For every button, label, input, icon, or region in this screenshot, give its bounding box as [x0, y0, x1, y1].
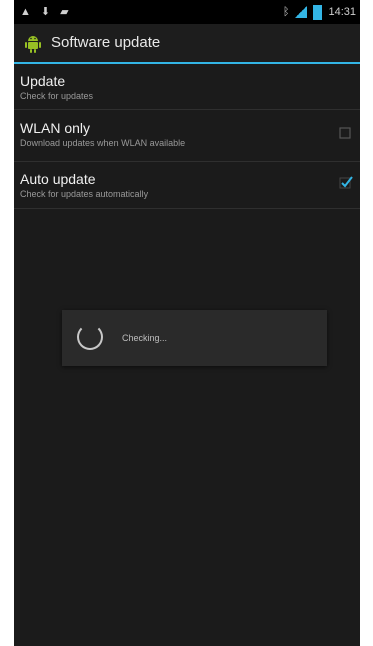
progress-message: Checking...: [122, 333, 168, 343]
phone-screen: ▲ ⬇ ▰ ᛒ 14:31 Software update Update Che…: [14, 0, 360, 646]
pref-auto-update-summary: Check for updates automatically: [20, 189, 149, 199]
auto-update-checkbox[interactable]: [339, 175, 353, 189]
action-bar-title: Software update: [51, 34, 161, 51]
spinner-icon: [77, 324, 103, 350]
pref-auto-update-title: Auto update: [20, 171, 96, 187]
pref-update-title: Update: [20, 73, 66, 89]
pref-wlan-only-summary: Download updates when WLAN available: [20, 138, 186, 148]
pref-wlan-only-title: WLAN only: [20, 120, 91, 136]
action-bar: Software update: [14, 24, 360, 64]
battery-icon: [313, 4, 323, 20]
signal-icon: [295, 6, 308, 18]
bluetooth-icon: ᛒ: [282, 6, 290, 18]
pref-auto-update[interactable]: Auto update Check for updates automatica…: [14, 162, 360, 208]
status-time: 14:31: [328, 6, 356, 18]
status-bar: ▲ ⬇ ▰ ᛒ 14:31: [14, 0, 360, 24]
pref-wlan-only[interactable]: WLAN only Download updates when WLAN ava…: [14, 110, 360, 160]
android-icon[interactable]: [24, 33, 42, 53]
warning-icon: ▲: [20, 6, 31, 18]
pref-update[interactable]: Update Check for updates: [14, 64, 360, 108]
download-icon: ⬇: [40, 6, 51, 18]
divider: [14, 208, 360, 209]
progress-dialog: Checking...: [62, 310, 327, 366]
pref-update-summary: Check for updates: [20, 91, 94, 101]
wlan-only-checkbox[interactable]: [339, 127, 351, 139]
usb-icon: ▰: [60, 6, 69, 18]
